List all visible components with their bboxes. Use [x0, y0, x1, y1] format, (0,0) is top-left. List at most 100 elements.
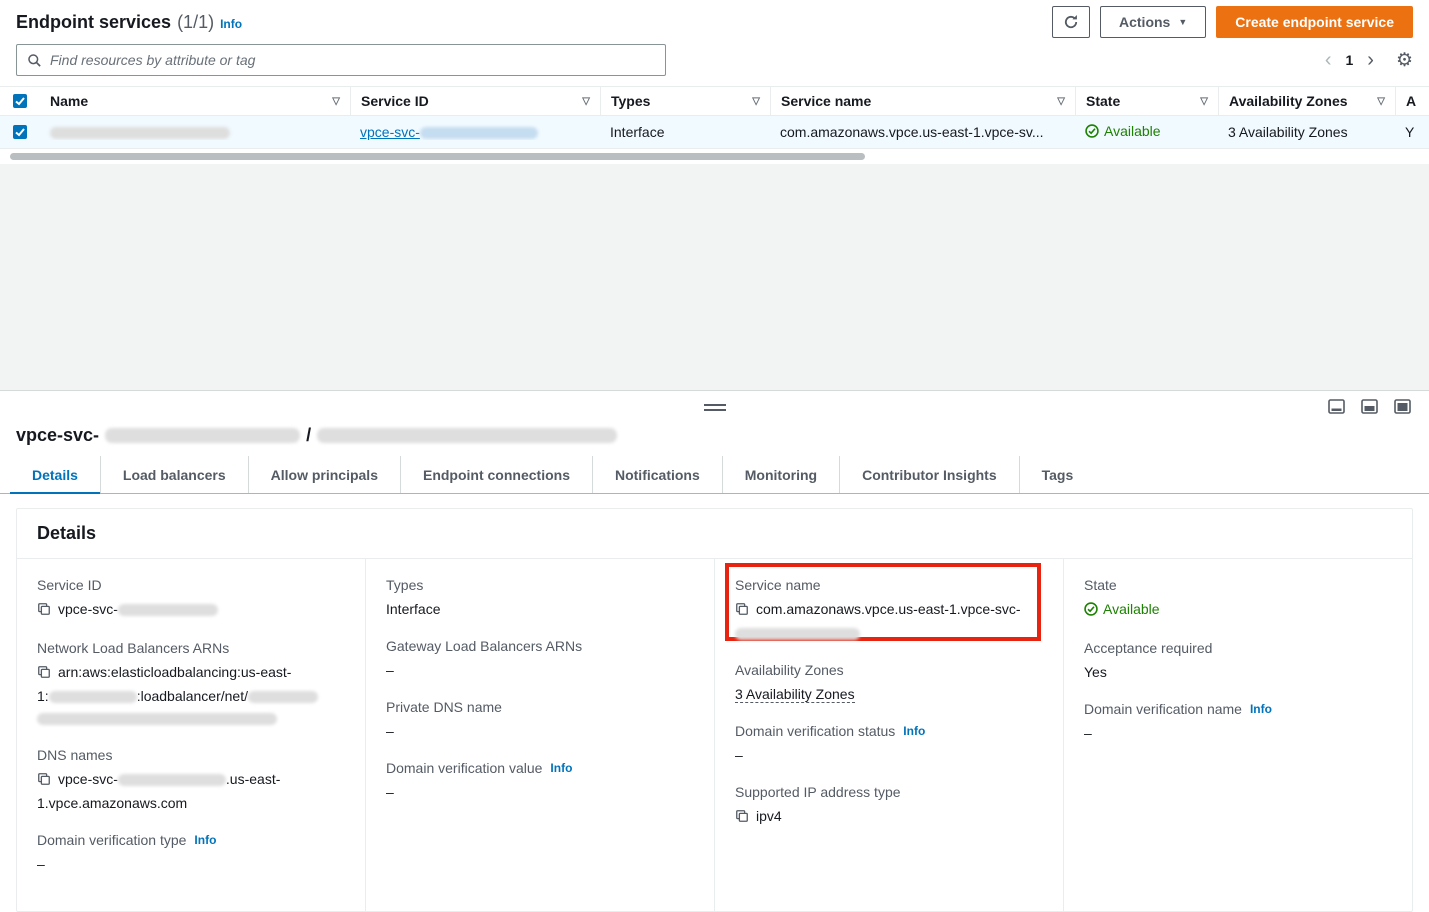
- refresh-button[interactable]: [1052, 6, 1090, 38]
- details-card: Details Service ID vpce-svc- Network Loa…: [16, 508, 1413, 912]
- filter-icon[interactable]: ▽: [752, 96, 760, 107]
- search-box[interactable]: [16, 44, 666, 76]
- tab-allow-principals[interactable]: Allow principals: [248, 456, 400, 493]
- field-label: Service ID: [37, 577, 345, 593]
- column-header-truncated[interactable]: A: [1395, 87, 1429, 115]
- service-name-text: com.amazonaws.vpce.us-east-1.vpce-svc-: [756, 601, 1021, 617]
- settings-gear-icon[interactable]: ⚙: [1396, 49, 1413, 72]
- panel-maximize-icon[interactable]: [1394, 399, 1411, 414]
- column-header-label: Availability Zones: [1229, 93, 1348, 109]
- info-link[interactable]: Info: [1250, 702, 1272, 716]
- field-label: Domain verification name Info: [1084, 701, 1392, 717]
- nlb-arn-text: :loadbalancer/net/: [137, 688, 248, 704]
- column-header-service-id[interactable]: Service ID ▽: [350, 87, 600, 115]
- info-link[interactable]: Info: [194, 833, 216, 847]
- scrollbar-thumb[interactable]: [10, 153, 865, 160]
- field-state: State Available: [1084, 577, 1392, 622]
- field-value: arn:aws:elasticloadbalancing:us-east- 1:…: [37, 661, 345, 729]
- tab-endpoint-connections[interactable]: Endpoint connections: [400, 456, 592, 493]
- column-header-state[interactable]: State ▽: [1075, 87, 1218, 115]
- current-page[interactable]: 1: [1345, 52, 1353, 68]
- field-label: Availability Zones: [735, 662, 1043, 678]
- info-link[interactable]: Info: [220, 17, 242, 31]
- availability-zones-link[interactable]: 3 Availability Zones: [735, 686, 855, 703]
- copy-icon[interactable]: [37, 600, 51, 622]
- column-header-label: State: [1086, 93, 1120, 109]
- row-checkbox[interactable]: [0, 125, 40, 139]
- tab-contributor-insights[interactable]: Contributor Insights: [839, 456, 1019, 493]
- field-supported-ip-address-type: Supported IP address type ipv4: [735, 784, 1043, 829]
- column-header-name[interactable]: Name ▽: [40, 87, 350, 115]
- state-label: Available: [1103, 598, 1160, 620]
- copy-icon[interactable]: [735, 807, 749, 829]
- info-link[interactable]: Info: [550, 761, 572, 775]
- select-all-checkbox[interactable]: [0, 87, 40, 115]
- copy-icon[interactable]: [37, 663, 51, 685]
- field-service-id: Service ID vpce-svc-: [37, 577, 345, 622]
- field-label: Acceptance required: [1084, 640, 1392, 656]
- search-icon: [27, 53, 42, 68]
- column-header-types[interactable]: Types ▽: [600, 87, 770, 115]
- field-value: –: [386, 720, 694, 742]
- field-service-name: Service name com.amazonaws.vpce.us-east-…: [735, 577, 1043, 644]
- column-header-service-name[interactable]: Service name ▽: [770, 87, 1075, 115]
- filter-icon[interactable]: ▽: [1377, 96, 1385, 107]
- tab-notifications[interactable]: Notifications: [592, 456, 722, 493]
- table-controls-row: ‹ 1 › ⚙: [0, 44, 1429, 86]
- create-endpoint-service-button[interactable]: Create endpoint service: [1216, 6, 1413, 38]
- actions-button-label: Actions: [1119, 14, 1170, 30]
- filter-icon[interactable]: ▽: [1200, 96, 1208, 107]
- filter-icon[interactable]: ▽: [1057, 96, 1065, 107]
- panel-position-bottom-icon[interactable]: [1328, 399, 1345, 414]
- ip-type-text: ipv4: [756, 808, 782, 824]
- availability-zones-link[interactable]: 3 Availability Zones: [1228, 124, 1348, 140]
- field-label: Private DNS name: [386, 699, 694, 715]
- field-label: Domain verification status Info: [735, 723, 1043, 739]
- table-row[interactable]: vpce-svc- Interface com.amazonaws.vpce.u…: [0, 116, 1429, 149]
- details-card-heading: Details: [17, 509, 1412, 559]
- copy-icon[interactable]: [37, 770, 51, 792]
- panel-split-icon[interactable]: [1361, 399, 1378, 414]
- horizontal-scrollbar: [0, 149, 1429, 164]
- details-column-3: Service name com.amazonaws.vpce.us-east-…: [715, 559, 1064, 911]
- tab-monitoring[interactable]: Monitoring: [722, 456, 839, 493]
- field-value: 3 Availability Zones: [735, 683, 1043, 705]
- field-value: Available: [1084, 598, 1392, 622]
- field-domain-verification-type: Domain verification type Info –: [37, 832, 345, 875]
- service-id-text: vpce-svc-: [58, 601, 118, 617]
- refresh-icon: [1063, 14, 1079, 30]
- next-page-icon[interactable]: ›: [1367, 50, 1374, 70]
- field-value: –: [386, 659, 694, 681]
- page-title: Endpoint services (1/1) Info: [16, 12, 242, 33]
- details-card-body: Service ID vpce-svc- Network Load Balanc…: [17, 559, 1412, 911]
- field-availability-zones: Availability Zones 3 Availability Zones: [735, 662, 1043, 705]
- info-link[interactable]: Info: [903, 724, 925, 738]
- endpoint-services-table: Name ▽ Service ID ▽ Types ▽ Service name…: [0, 86, 1429, 164]
- resource-title: vpce-svc- /: [0, 421, 1429, 456]
- column-header-availability-zones[interactable]: Availability Zones ▽: [1218, 87, 1395, 115]
- copy-icon[interactable]: [735, 600, 749, 622]
- redacted-text: [248, 691, 318, 703]
- detail-split-panel: vpce-svc- / Details Load balancers Allow…: [0, 391, 1429, 912]
- search-input[interactable]: [50, 52, 655, 68]
- field-label: Domain verification value Info: [386, 760, 694, 776]
- panel-drag-handle-icon[interactable]: [704, 404, 726, 414]
- service-id-link[interactable]: vpce-svc-: [360, 124, 538, 140]
- filter-icon[interactable]: ▽: [582, 96, 590, 107]
- tab-details[interactable]: Details: [10, 456, 100, 493]
- check-circle-icon: [1084, 602, 1098, 616]
- nlb-arn-text: 1:: [37, 688, 49, 704]
- field-value: ipv4: [735, 805, 1043, 829]
- redacted-text: [735, 628, 860, 640]
- redacted-text: [118, 774, 226, 786]
- field-value: Yes: [1084, 661, 1392, 683]
- filter-icon[interactable]: ▽: [332, 96, 340, 107]
- field-value: –: [1084, 722, 1392, 744]
- field-private-dns-name: Private DNS name –: [386, 699, 694, 742]
- actions-button[interactable]: Actions ▼: [1100, 6, 1206, 38]
- service-id-prefix: vpce-svc-: [360, 124, 420, 140]
- tab-load-balancers[interactable]: Load balancers: [100, 456, 248, 493]
- cell-name: [40, 124, 350, 140]
- tab-tags[interactable]: Tags: [1019, 456, 1096, 493]
- previous-page-icon[interactable]: ‹: [1325, 50, 1332, 70]
